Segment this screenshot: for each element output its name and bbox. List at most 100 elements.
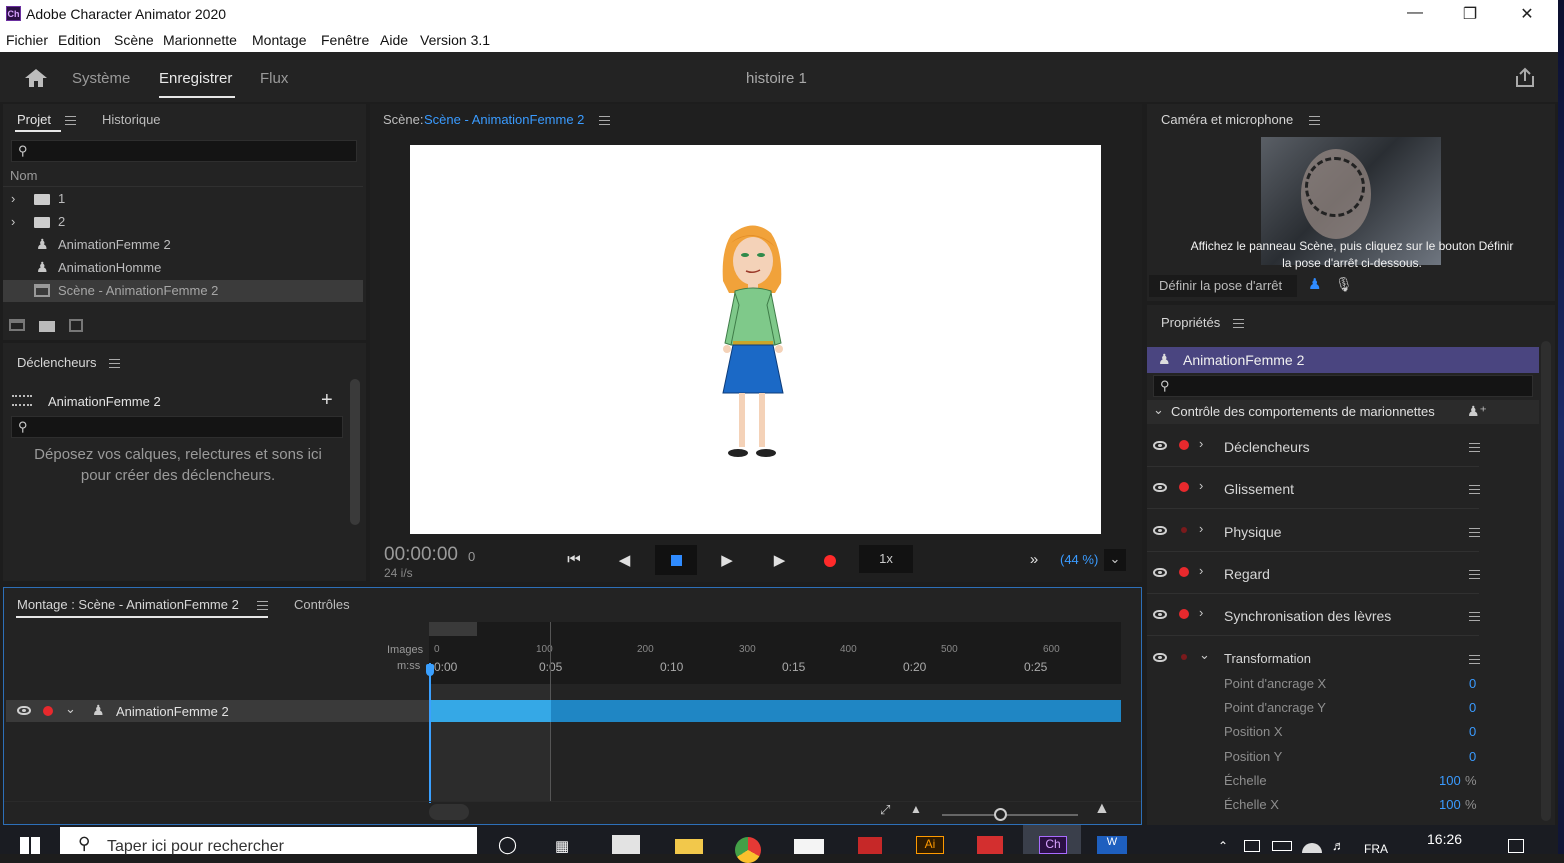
step-forward-icon[interactable]: ▶ [767, 551, 789, 569]
timeline-menu-icon[interactable] [257, 601, 268, 610]
project-search-input[interactable]: ⚲ [11, 140, 357, 162]
record-button[interactable] [824, 555, 836, 567]
camera-toggle-icon[interactable]: ♟ [1308, 275, 1321, 293]
param-value[interactable]: 0 [1469, 749, 1476, 764]
fit-to-view-icon[interactable]: ⤢ [880, 802, 890, 818]
project-menu-icon[interactable] [65, 116, 76, 125]
behavior-row-expanded[interactable]: ⌄ Transformation [1147, 639, 1539, 669]
onedrive-icon[interactable] [1302, 843, 1322, 853]
param-row[interactable]: Position X 0 [1224, 724, 1484, 744]
store-icon[interactable] [612, 835, 640, 854]
behavior-menu-icon[interactable] [1469, 655, 1480, 664]
visibility-eye-icon[interactable] [1153, 483, 1167, 492]
chevron-right-icon[interactable]: › [1199, 521, 1203, 536]
list-item[interactable]: › 1 [3, 188, 363, 210]
list-item[interactable]: ♟ AnimationHomme [3, 257, 363, 279]
play-icon[interactable]: ▶ [716, 551, 738, 569]
add-trigger-icon[interactable]: + [321, 389, 333, 412]
scene-canvas[interactable] [410, 145, 1101, 534]
param-value[interactable]: 0 [1469, 700, 1476, 715]
word-icon[interactable]: W [1097, 836, 1127, 854]
properties-menu-icon[interactable] [1233, 319, 1244, 328]
visibility-eye-icon[interactable] [1153, 610, 1167, 619]
set-rest-pose-button[interactable]: Définir la pose d'arrêt [1149, 275, 1297, 297]
zoom-dropdown-chevron-icon[interactable]: ⌄ [1104, 549, 1126, 571]
ruler-work-area[interactable] [429, 622, 477, 636]
triggers-menu-icon[interactable] [109, 359, 120, 368]
taskbar-search-input[interactable]: ⚲ Taper ici pour rechercher [60, 827, 477, 855]
battery-icon[interactable] [1272, 841, 1292, 851]
close-icon[interactable]: ✕ [1512, 4, 1542, 24]
camera-menu-icon[interactable] [1309, 116, 1320, 125]
character-puppet[interactable] [713, 221, 791, 463]
windows-start-icon[interactable] [20, 837, 40, 854]
chrome-icon[interactable] [735, 837, 761, 863]
add-behavior-icon[interactable]: ♟⁺ [1467, 403, 1487, 420]
visibility-eye-icon[interactable] [1153, 568, 1167, 577]
menu-marionnette[interactable]: Marionnette [163, 32, 237, 48]
timeline-tab[interactable]: Montage : Scène - AnimationFemme 2 [17, 597, 239, 612]
notifications-icon[interactable] [1508, 839, 1524, 853]
menu-aide[interactable]: Aide [380, 32, 408, 48]
menu-fenetre[interactable]: Fenêtre [321, 32, 369, 48]
zoom-in-icon[interactable]: ▲ [1094, 800, 1110, 818]
chevron-right-icon[interactable]: › [11, 191, 15, 206]
new-item-icon[interactable] [69, 319, 83, 332]
list-item[interactable]: ♟ AnimationFemme 2 [3, 234, 363, 256]
menu-scene[interactable]: Scène [114, 32, 154, 48]
step-back-icon[interactable]: ◀ [615, 551, 637, 569]
zoom-out-icon[interactable]: ▲ [910, 802, 922, 816]
menu-fichier[interactable]: Fichier [6, 32, 48, 48]
chevron-right-icon[interactable]: › [1199, 563, 1203, 578]
visibility-eye-icon[interactable] [1153, 653, 1167, 662]
character-animator-taskbar-icon[interactable]: Ch [1039, 836, 1067, 854]
record-arm-dot[interactable] [1179, 440, 1189, 450]
chevron-right-icon[interactable]: › [11, 214, 15, 229]
tab-enregistrer[interactable]: Enregistrer [159, 70, 232, 87]
tab-controles[interactable]: Contrôles [294, 597, 350, 612]
behavior-row[interactable]: › Regard [1147, 554, 1539, 594]
menu-montage[interactable]: Montage [252, 32, 306, 48]
timecode-display[interactable]: 00:00:00 [384, 544, 458, 566]
record-arm-dot[interactable] [1179, 482, 1189, 492]
record-arm-dot[interactable] [43, 706, 53, 716]
tab-historique[interactable]: Historique [102, 112, 161, 127]
tab-projet[interactable]: Projet [17, 112, 51, 127]
go-to-start-icon[interactable]: ⏮ [563, 551, 585, 568]
param-value[interactable]: 0 [1469, 724, 1476, 739]
cortana-icon[interactable]: ◯ [498, 835, 517, 855]
triggers-scrollbar[interactable] [350, 379, 360, 525]
column-header-nom[interactable]: Nom [10, 168, 37, 183]
expand-controls-icon[interactable]: » [1024, 551, 1044, 568]
record-arm-dot-off[interactable] [1181, 527, 1187, 533]
new-folder-icon[interactable] [39, 321, 55, 332]
chevron-right-icon[interactable]: › [1199, 478, 1203, 493]
triggers-search-input[interactable]: ⚲ [11, 416, 343, 438]
menu-edition[interactable]: Edition [58, 32, 101, 48]
list-item[interactable]: › 2 [3, 211, 363, 233]
chevron-right-icon[interactable]: › [1199, 436, 1203, 451]
frame-display[interactable]: 0 [468, 549, 475, 564]
chevron-right-icon[interactable]: › [1199, 605, 1203, 620]
tray-network-icon[interactable] [1244, 840, 1260, 852]
tray-chevron-icon[interactable]: ⌃ [1218, 839, 1228, 853]
record-arm-dot[interactable] [1179, 567, 1189, 577]
behavior-menu-icon[interactable] [1469, 443, 1480, 452]
param-row[interactable]: Échelle 100 % [1224, 773, 1484, 793]
playhead-handle[interactable] [426, 664, 434, 676]
menu-version[interactable]: Version 3.1 [420, 32, 490, 48]
chevron-down-icon[interactable]: ⌄ [1153, 402, 1164, 418]
tab-flux[interactable]: Flux [260, 70, 288, 87]
behavior-row[interactable]: › Synchronisation des lèvres [1147, 596, 1539, 636]
record-arm-dot-off[interactable] [1181, 654, 1187, 660]
visibility-eye-icon[interactable] [1153, 441, 1167, 450]
properties-search-input[interactable]: ⚲ [1153, 375, 1533, 397]
behaviors-section-header[interactable]: ⌄ Contrôle des comportements de marionne… [1147, 400, 1539, 424]
param-row[interactable]: Échelle X 100 % [1224, 797, 1484, 817]
stop-button[interactable] [655, 545, 697, 575]
tab-systeme[interactable]: Système [72, 70, 130, 87]
behavior-menu-icon[interactable] [1469, 570, 1480, 579]
param-value[interactable]: 0 [1469, 676, 1476, 691]
acrobat-icon[interactable] [977, 836, 1003, 854]
param-value[interactable]: 100 [1439, 773, 1461, 788]
